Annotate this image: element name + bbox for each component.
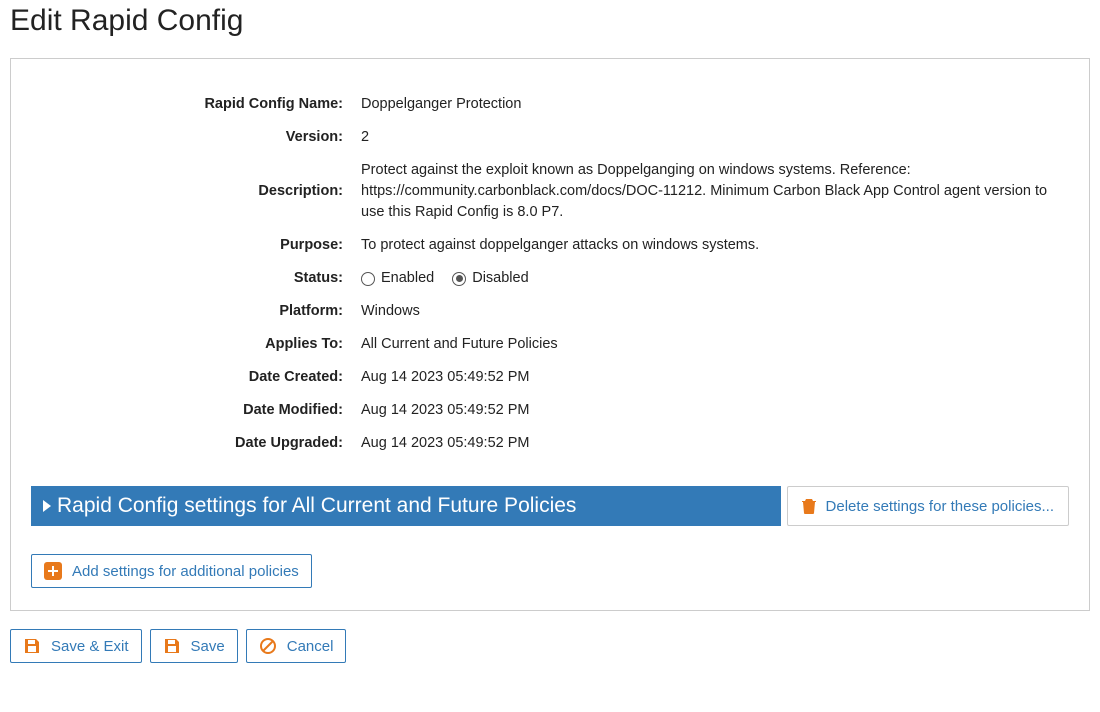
- row-date-created: Date Created: Aug 14 2023 05:49:52 PM: [31, 367, 1069, 388]
- status-enabled-label: Enabled: [381, 268, 434, 289]
- footer-buttons: Save & Exit Save Cancel: [10, 629, 1090, 663]
- value-platform: Windows: [361, 301, 1069, 322]
- label-name: Rapid Config Name:: [31, 94, 361, 115]
- settings-header-label: Rapid Config settings for All Current an…: [57, 494, 576, 518]
- row-date-modified: Date Modified: Aug 14 2023 05:49:52 PM: [31, 400, 1069, 421]
- value-applies-to: All Current and Future Policies: [361, 334, 1069, 355]
- status-radio-group: Enabled Disabled: [361, 268, 1069, 289]
- label-platform: Platform:: [31, 301, 361, 322]
- value-name: Doppelganger Protection: [361, 94, 1069, 115]
- add-settings-label: Add settings for additional policies: [72, 563, 299, 580]
- status-disabled-label: Disabled: [472, 268, 528, 289]
- settings-expand-header[interactable]: Rapid Config settings for All Current an…: [31, 486, 781, 526]
- chevron-right-icon: [43, 500, 51, 512]
- save-icon: [163, 637, 181, 655]
- config-panel: Rapid Config Name: Doppelganger Protecti…: [10, 58, 1090, 611]
- label-description: Description:: [31, 181, 361, 202]
- radio-icon: [361, 272, 375, 286]
- save-label: Save: [191, 638, 225, 655]
- delete-settings-label: Delete settings for these policies...: [826, 498, 1054, 515]
- row-applies-to: Applies To: All Current and Future Polic…: [31, 334, 1069, 355]
- save-button[interactable]: Save: [150, 629, 238, 663]
- row-date-upgraded: Date Upgraded: Aug 14 2023 05:49:52 PM: [31, 433, 1069, 454]
- plus-icon: [44, 562, 62, 580]
- row-purpose: Purpose: To protect against doppelganger…: [31, 235, 1069, 256]
- label-date-modified: Date Modified:: [31, 400, 361, 421]
- label-status: Status:: [31, 268, 361, 289]
- save-icon: [23, 637, 41, 655]
- row-description: Description: Protect against the exploit…: [31, 160, 1069, 223]
- label-date-created: Date Created:: [31, 367, 361, 388]
- value-date-upgraded: Aug 14 2023 05:49:52 PM: [361, 433, 1069, 454]
- cancel-button[interactable]: Cancel: [246, 629, 347, 663]
- value-date-modified: Aug 14 2023 05:49:52 PM: [361, 400, 1069, 421]
- label-date-upgraded: Date Upgraded:: [31, 433, 361, 454]
- value-purpose: To protect against doppelganger attacks …: [361, 235, 1069, 256]
- label-applies-to: Applies To:: [31, 334, 361, 355]
- status-enabled-option[interactable]: Enabled: [361, 268, 434, 289]
- row-name: Rapid Config Name: Doppelganger Protecti…: [31, 94, 1069, 115]
- value-date-created: Aug 14 2023 05:49:52 PM: [361, 367, 1069, 388]
- add-settings-button[interactable]: Add settings for additional policies: [31, 554, 312, 588]
- label-purpose: Purpose:: [31, 235, 361, 256]
- save-exit-button[interactable]: Save & Exit: [10, 629, 142, 663]
- save-exit-label: Save & Exit: [51, 638, 129, 655]
- trash-icon: [802, 498, 816, 514]
- cancel-icon: [259, 637, 277, 655]
- cancel-label: Cancel: [287, 638, 334, 655]
- value-version: 2: [361, 127, 1069, 148]
- status-disabled-option[interactable]: Disabled: [452, 268, 528, 289]
- delete-settings-button[interactable]: Delete settings for these policies...: [787, 486, 1069, 526]
- row-status: Status: Enabled Disabled: [31, 268, 1069, 289]
- page-title: Edit Rapid Config: [10, 4, 1090, 38]
- row-version: Version: 2: [31, 127, 1069, 148]
- row-platform: Platform: Windows: [31, 301, 1069, 322]
- label-version: Version:: [31, 127, 361, 148]
- settings-bar: Rapid Config settings for All Current an…: [31, 486, 1069, 526]
- value-description: Protect against the exploit known as Dop…: [361, 160, 1069, 223]
- radio-icon: [452, 272, 466, 286]
